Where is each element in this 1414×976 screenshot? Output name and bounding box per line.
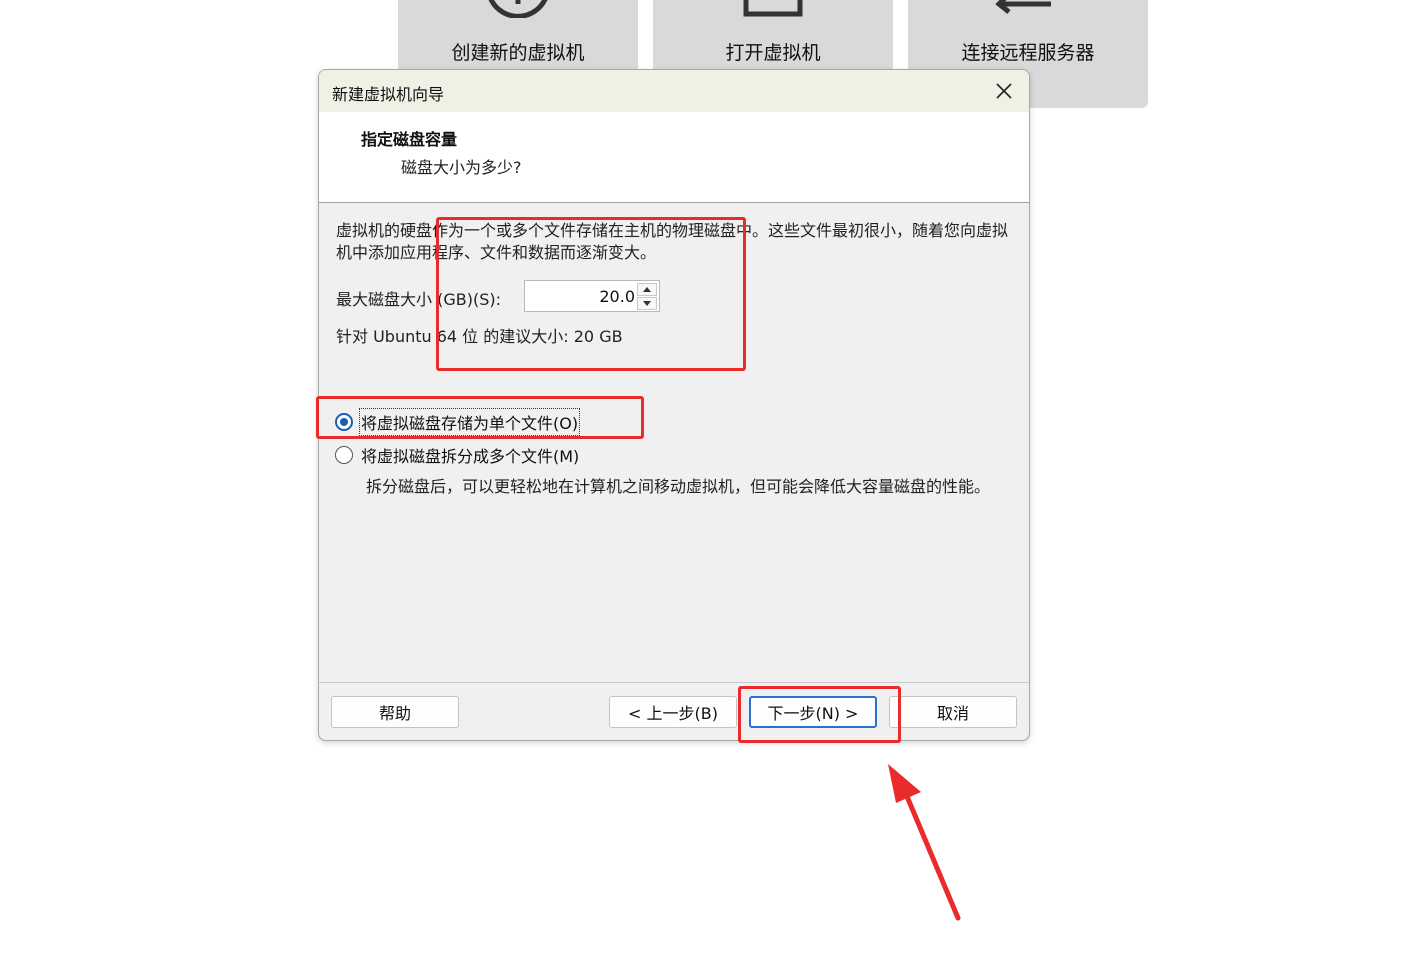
radio-split-files-indicator[interactable] <box>335 446 353 464</box>
cancel-button[interactable]: 取消 <box>889 696 1017 728</box>
annotation-box-disk-size <box>436 217 746 371</box>
close-button[interactable] <box>989 76 1019 106</box>
plus-circle-icon <box>488 0 548 18</box>
annotation-box-single-file <box>316 396 644 439</box>
wizard-header: 指定磁盘容量 磁盘大小为多少? <box>319 112 1029 203</box>
footer-divider <box>319 682 1029 683</box>
title-bar: 新建虚拟机向导 <box>319 70 1029 112</box>
radio-split-files[interactable]: 将虚拟磁盘拆分成多个文件(M) <box>335 442 579 468</box>
step-subtitle: 磁盘大小为多少? <box>401 158 522 177</box>
tile-connect-remote-label: 连接远程服务器 <box>961 42 1095 64</box>
tile-open-vm-label: 打开虚拟机 <box>725 42 821 64</box>
close-icon <box>996 83 1012 99</box>
radio-split-files-label: 将虚拟磁盘拆分成多个文件(M) <box>361 447 580 466</box>
dialog-title: 新建虚拟机向导 <box>332 85 445 104</box>
split-description: 拆分磁盘后，可以更轻松地在计算机之间移动虚拟机，但可能会降低大容量磁盘的性能。 <box>366 477 991 496</box>
help-button[interactable]: 帮助 <box>331 696 459 728</box>
arrow-left-icon <box>995 0 1051 14</box>
step-title: 指定磁盘容量 <box>361 130 458 149</box>
folder-icon <box>743 0 803 17</box>
back-button[interactable]: < 上一步(B) <box>609 696 737 728</box>
tile-create-vm-label: 创建新的虚拟机 <box>451 42 585 64</box>
annotation-box-next-button <box>738 686 901 743</box>
